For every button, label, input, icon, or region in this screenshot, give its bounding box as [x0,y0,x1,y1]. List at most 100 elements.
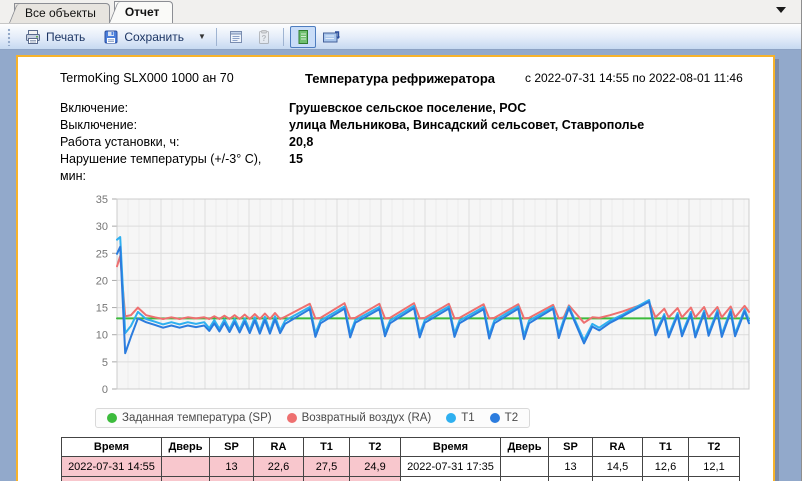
report-header: TermoKing SLX000 1000 ан 70 Температура … [60,71,745,86]
tab-all-objects[interactable]: Все объекты [14,3,110,23]
column-header: SP [210,438,254,457]
landscape-orientation-button[interactable] [318,26,344,48]
report-info: Включение: Грушевское сельское поселение… [60,100,745,185]
info-row-on: Включение: Грушевское сельское поселение… [60,100,745,117]
print-button[interactable]: Печать [17,26,93,48]
column-header: T1 [643,438,689,457]
column-header: Дверь [162,438,210,457]
y-axis-label: 25 [96,248,108,260]
info-row-hours: Работа установки, ч: 20,8 [60,134,745,151]
save-button[interactable]: Сохранить [95,26,192,48]
table-cell: 13 [549,477,593,481]
info-label: Нарушение температуры (+/-3° C), мин: [60,151,289,185]
info-value: 15 [289,151,745,185]
legend-label: T2 [505,412,518,424]
printer-icon [25,29,41,45]
legend-item-ra: Возвратный воздух (RA) [287,412,432,424]
table-cell [162,457,210,477]
portrait-orientation-button[interactable] [290,26,316,48]
table-cell: 2022-07-31 15:00 [62,477,162,481]
table-row: 2022-07-31 14:55 13 22,627,524,92022-07-31… [62,457,740,477]
toolbar-separator [216,28,217,46]
table-cell: 2022-07-31 17:40 [401,477,501,481]
t2-legend-dot-icon [490,413,500,423]
table-cell: 13,5 [643,477,689,481]
column-header: T1 [304,438,350,457]
legend-item-t2: T2 [490,412,518,424]
legend-label: T1 [461,412,474,424]
info-value: Грушевское сельское поселение, РОС [289,100,745,117]
y-axis-label: 20 [96,275,108,287]
temperature-chart: 05101520253035 [75,193,751,401]
y-axis-label: 10 [96,330,108,342]
table-cell: 13 [549,457,593,477]
legend-label: Заданная температура (SP) [122,412,272,424]
save-icon [103,29,119,45]
table-cell: 27,5 [304,457,350,477]
table-cell: 2022-07-31 17:35 [401,457,501,477]
tab-all-objects-label: Все объекты [25,6,96,20]
toolbar-grip-handle[interactable] [7,28,12,46]
table-cell: 22,5 [254,477,304,481]
save-button-label: Сохранить [124,30,184,44]
y-axis-label: 0 [102,384,108,396]
help-icon: ? [256,29,272,45]
ra-legend-dot-icon [287,413,297,423]
table-cell: 20,6 [350,477,401,481]
column-header: Дверь [501,438,549,457]
table-cell: 15,6 [593,477,643,481]
table-row: 2022-07-31 15:001322,522,720,62022-07-31… [62,477,740,481]
info-row-violation: Нарушение температуры (+/-3° C), мин: 15 [60,151,745,185]
table-cell: 22,7 [304,477,350,481]
toolbar-separator-2 [283,28,284,46]
legend-item-sp: Заданная температура (SP) [107,412,272,424]
print-button-label: Печать [46,30,85,44]
tab-strip: Все объекты Отчет [0,0,801,24]
report-viewport: TermoKing SLX000 1000 ан 70 Температура … [0,50,801,481]
column-header: Время [62,438,162,457]
y-axis-label: 5 [102,357,108,369]
table-cell: 12,6 [643,457,689,477]
help-button[interactable]: ? [251,26,277,48]
info-value: улица Мельникова, Винсадский сельсовет, … [289,117,745,134]
info-value: 20,8 [289,134,745,151]
portrait-page-icon [295,29,311,45]
y-axis-label: 30 [96,221,108,233]
save-dropdown-caret[interactable]: ▼ [194,26,210,48]
column-header: SP [549,438,593,457]
table-cell: 13 [689,477,740,481]
table-cell: 14,5 [593,457,643,477]
table-header-row: ВремяДверьSPRAT1T2ВремяДверьSPRAT1T2 [62,438,740,457]
report-page: TermoKing SLX000 1000 ан 70 Температура … [16,55,775,481]
report-settings-icon [228,29,244,45]
info-label: Выключение: [60,117,289,134]
plot-area [117,199,749,389]
table-cell: 22,6 [254,457,304,477]
sp-legend-dot-icon [107,413,117,423]
report-period: с 2022-07-31 14:55 по 2022-08-01 11:46 [525,71,745,86]
t1-legend-dot-icon [446,413,456,423]
info-label: Включение: [60,100,289,117]
svg-text:?: ? [261,34,266,43]
tab-report-label: Отчет [125,5,160,19]
report-settings-button[interactable] [223,26,249,48]
column-header: RA [254,438,304,457]
tab-list-dropdown-icon[interactable] [776,7,786,13]
column-header: Время [401,438,501,457]
chart-legend: Заданная температура (SP) Возвратный воз… [95,408,530,428]
table-cell: 24,9 [350,457,401,477]
table-cell [501,457,549,477]
info-label: Работа установки, ч: [60,134,289,151]
column-header: RA [593,438,643,457]
tab-report[interactable]: Отчет [114,1,174,23]
table-cell: 2022-07-31 14:55 [62,457,162,477]
y-axis-label: 35 [96,194,108,206]
table-cell: 13 [210,477,254,481]
info-row-off: Выключение: улица Мельникова, Винсадский… [60,117,745,134]
table-cell [501,477,549,481]
column-header: T2 [689,438,740,457]
legend-item-t1: T1 [446,412,474,424]
report-table: ВремяДверьSPRAT1T2ВремяДверьSPRAT1T2 202… [61,437,740,481]
chart-container: 05101520253035 Заданная температура (SP)… [75,193,745,428]
legend-label: Возвратный воздух (RA) [302,412,432,424]
